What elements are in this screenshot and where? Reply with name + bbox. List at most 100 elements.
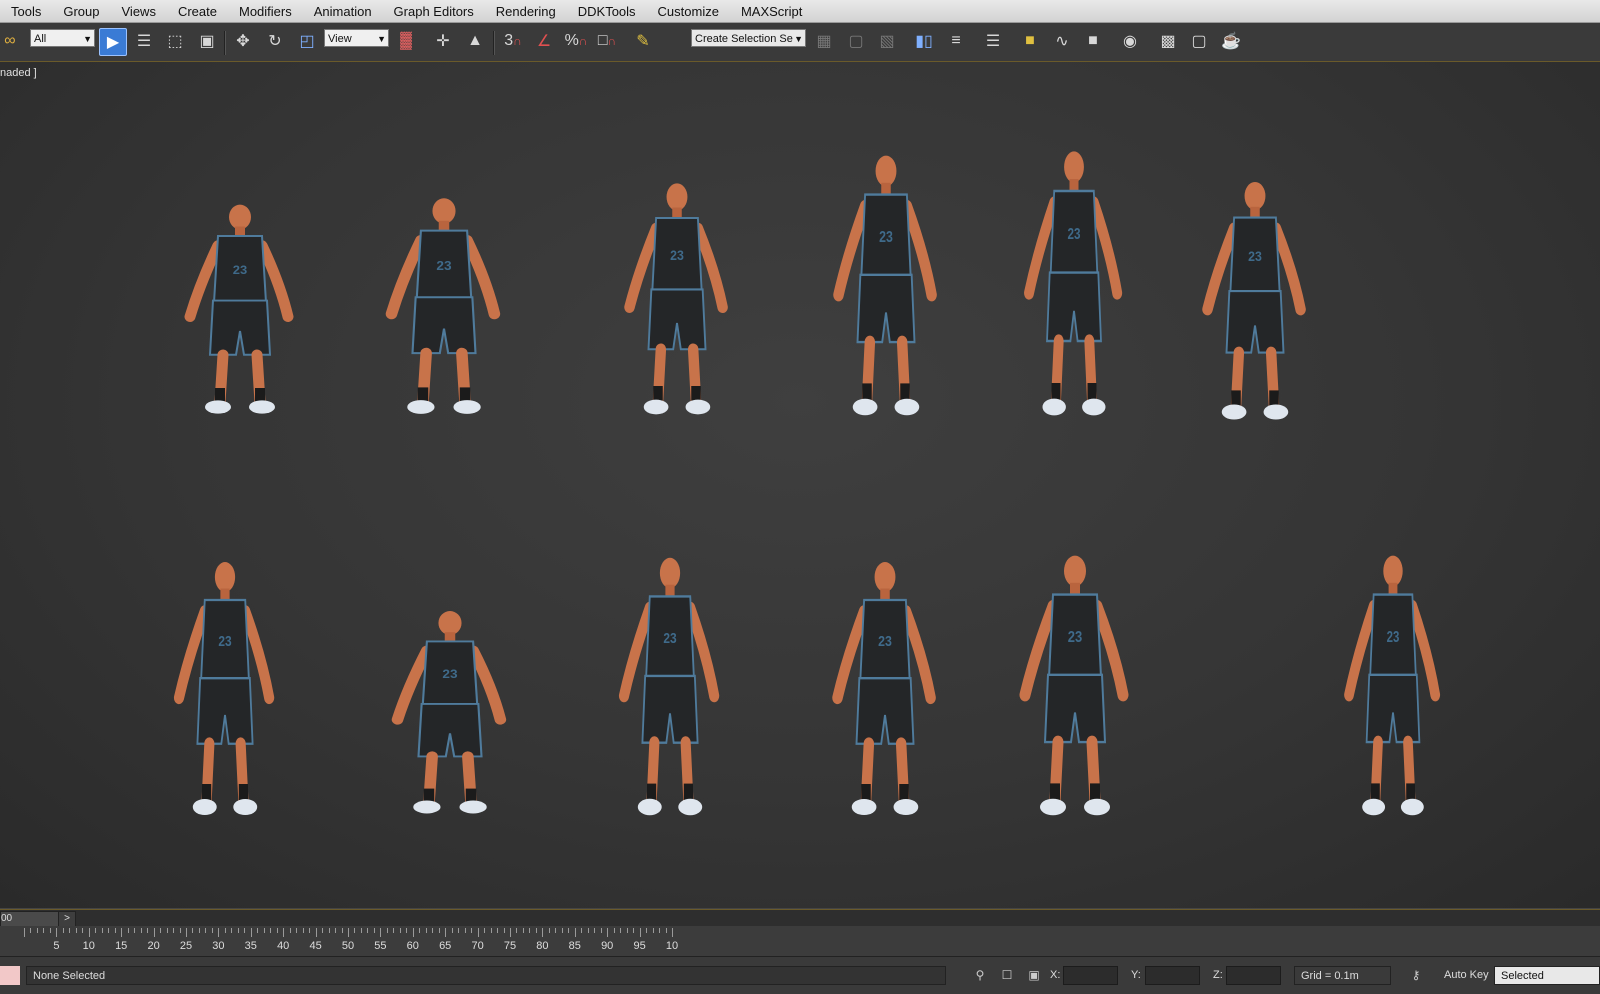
window-crossing-icon[interactable]: ▣ xyxy=(194,28,220,54)
basketball-player-figure[interactable] xyxy=(190,205,288,414)
select-and-scale-icon[interactable]: ◰ xyxy=(294,28,320,54)
lock-icon[interactable]: ☐ xyxy=(999,967,1015,983)
select-and-rotate-icon[interactable]: ↻ xyxy=(262,28,288,54)
ruler-tick xyxy=(127,928,129,933)
main-toolbar: ∞ All ▼ ▶ ☰ ⬚ ▣ ✥ ↻ ◰ View ▼ ▓ ✛ ▲ 3 ∩ ∠ % ∩… xyxy=(0,23,1600,62)
abc-selection-icon[interactable]: ▧ xyxy=(874,28,900,54)
menu-animation[interactable]: Animation xyxy=(303,4,383,19)
time-slider-handle[interactable]: 00 xyxy=(0,911,60,927)
menu-modifiers[interactable]: Modifiers xyxy=(228,4,303,19)
basketball-player-figure[interactable] xyxy=(839,156,932,416)
key-icon[interactable]: ⚷ xyxy=(1408,967,1424,983)
auto-key-button[interactable]: Auto Key xyxy=(1444,969,1489,981)
select-and-move-icon[interactable]: ✥ xyxy=(230,28,256,54)
named-selection-icon[interactable]: ▦ xyxy=(811,28,837,54)
schematic-view-icon[interactable]: ■ xyxy=(1080,28,1106,54)
object-paint-icon[interactable]: ▢ xyxy=(843,28,869,54)
track-bar[interactable]: 5 10 15 20 25 30 35 40 45 50 55 60 65 70 75 80 85 90 95 10 xyxy=(0,926,1600,957)
spinner-snap-icon[interactable]: □ ∩ xyxy=(594,28,620,54)
toolbar-separator xyxy=(224,31,226,55)
ruler-tick xyxy=(574,928,576,937)
ruler-tick xyxy=(153,928,155,937)
basketball-player-figure[interactable] xyxy=(1025,556,1123,816)
basketball-player-figure[interactable] xyxy=(624,558,714,815)
z-coordinate-field[interactable] xyxy=(1226,966,1281,985)
material-editor-icon[interactable]: ◉ xyxy=(1117,28,1143,54)
ruler-tick xyxy=(419,928,421,933)
z-coordinate-label: Z: xyxy=(1213,969,1223,981)
select-manipulate-icon[interactable]: ✛ xyxy=(430,28,456,54)
maxscript-listener-mini[interactable] xyxy=(0,966,20,985)
menu-customize[interactable]: Customize xyxy=(647,4,730,19)
basketball-player-figure[interactable] xyxy=(179,562,269,815)
basketball-player-figure[interactable] xyxy=(630,183,723,414)
x-coordinate-field[interactable] xyxy=(1063,966,1118,985)
render-production-icon[interactable]: ☕ xyxy=(1218,28,1244,54)
ruler-tick xyxy=(62,928,64,933)
basketball-player-figure[interactable] xyxy=(392,198,495,414)
ruler-tick-label: 55 xyxy=(374,940,387,952)
select-by-name-icon[interactable]: ☰ xyxy=(131,28,157,54)
ruler-tick xyxy=(186,928,187,937)
ruler-tick xyxy=(69,928,71,933)
isolate-selection-icon[interactable]: ⚲ xyxy=(972,967,988,983)
menu-rendering[interactable]: Rendering xyxy=(485,4,567,19)
key-filter-dropdown[interactable]: Selected xyxy=(1494,966,1600,985)
reference-coordinate-dropdown[interactable]: View ▼ xyxy=(324,29,389,47)
perspective-viewport[interactable]: naded ] 23 xyxy=(0,62,1600,908)
link-icon[interactable]: ∞ xyxy=(0,28,20,54)
menu-ddktools[interactable]: DDKTools xyxy=(567,4,647,19)
curve-editor-icon[interactable]: ∿ xyxy=(1049,28,1075,54)
next-frame-button[interactable]: > xyxy=(58,911,76,927)
menu-maxscript[interactable]: MAXScript xyxy=(730,4,813,19)
menu-create[interactable]: Create xyxy=(167,4,228,19)
basketball-player-figure[interactable] xyxy=(1349,556,1435,816)
selection-filter-dropdown[interactable]: All ▼ xyxy=(30,29,95,47)
select-object-icon[interactable]: ▶ xyxy=(99,28,127,56)
render-frame-window-icon[interactable]: ▢ xyxy=(1186,28,1212,54)
basketball-player-figure[interactable] xyxy=(398,611,501,813)
snaps-toggle-icon[interactable]: 3 ∩ xyxy=(500,28,526,54)
basketball-player-figure[interactable] xyxy=(1208,182,1301,420)
keyboard-shortcut-override-icon[interactable]: ▲ xyxy=(462,28,488,54)
menu-graph-editors[interactable]: Graph Editors xyxy=(383,4,485,19)
ruler-tick xyxy=(399,928,401,933)
reference-coordinate-value: View xyxy=(328,33,352,45)
ruler-tick xyxy=(639,928,641,937)
ruler-tick xyxy=(348,928,349,937)
ruler-tick-label: 25 xyxy=(179,940,193,952)
use-pivot-center-icon[interactable]: ▓ xyxy=(393,28,419,54)
ruler-tick-label: 75 xyxy=(503,940,517,952)
angle-snap-icon[interactable]: ∠ xyxy=(531,28,557,54)
ruler-tick-label: 70 xyxy=(471,940,484,952)
menu-views[interactable]: Views xyxy=(111,4,167,19)
ruler-tick xyxy=(555,928,557,933)
absolute-mode-icon[interactable]: ▣ xyxy=(1026,967,1042,983)
ruler-tick xyxy=(166,928,168,933)
ruler-tick xyxy=(160,928,162,933)
scene-explorer-icon[interactable]: ■ xyxy=(1017,28,1043,54)
mirror-icon[interactable]: ▮▯ xyxy=(911,28,937,54)
ruler-tick xyxy=(510,928,511,937)
ruler-tick xyxy=(659,928,661,933)
basketball-player-figure[interactable] xyxy=(1029,151,1117,415)
rectangular-selection-icon[interactable]: ⬚ xyxy=(162,28,188,54)
basketball-player-figure[interactable] xyxy=(838,562,931,815)
edit-named-selection-icon[interactable]: ✎ xyxy=(630,28,656,54)
ruler-tick xyxy=(276,928,278,933)
align-icon[interactable]: ≡ xyxy=(943,28,969,54)
ruler-tick-label: 95 xyxy=(633,940,646,952)
menu-group[interactable]: Group xyxy=(52,4,110,19)
layer-manager-icon[interactable]: ☰ xyxy=(980,28,1006,54)
ruler-tick xyxy=(600,928,602,933)
snaps-toggle-label: 3 xyxy=(504,32,514,49)
render-setup-icon[interactable]: ▩ xyxy=(1155,28,1181,54)
menu-tools[interactable]: Tools xyxy=(0,4,52,19)
y-coordinate-field[interactable] xyxy=(1145,966,1200,985)
named-selection-set-value: Create Selection Se xyxy=(695,33,793,45)
percent-snap-icon[interactable]: % ∩ xyxy=(563,28,589,54)
named-selection-set-dropdown[interactable]: Create Selection Se ▼ xyxy=(691,29,806,47)
ruler-tick xyxy=(464,928,466,933)
ruler-tick xyxy=(140,928,142,933)
ruler-tick xyxy=(179,928,181,933)
